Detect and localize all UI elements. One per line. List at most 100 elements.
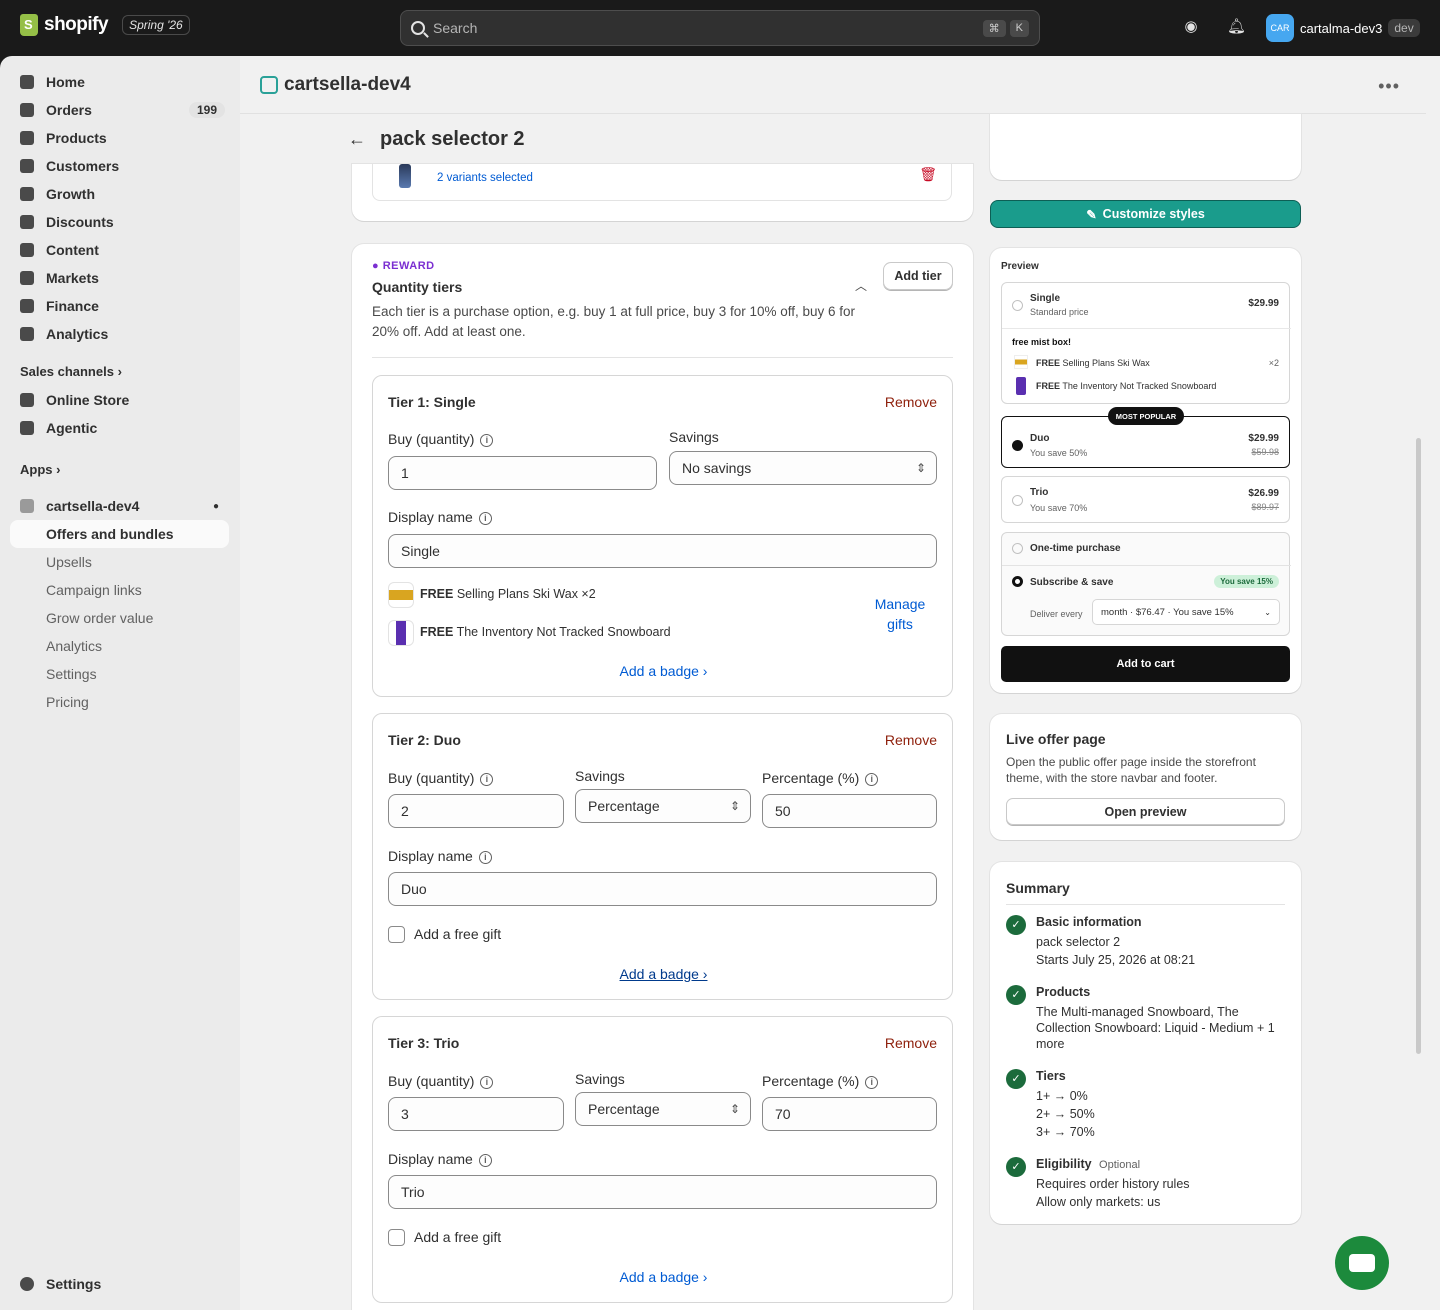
chat-button[interactable] xyxy=(1335,1236,1389,1290)
info-icon[interactable]: i xyxy=(480,773,494,786)
sidebar-item-offers-bundles[interactable]: Offers and bundles xyxy=(10,520,229,548)
gift-name: The Inventory Not Tracked Snowboard xyxy=(1062,381,1217,391)
collapse-chevron-icon[interactable]: ︿ xyxy=(855,277,867,294)
radio-trio[interactable] xyxy=(1012,495,1023,506)
sidebar-item-products[interactable]: Products xyxy=(10,124,229,152)
variants-dropdown[interactable]: 2 variants selected xyxy=(437,172,533,184)
scrollbar[interactable] xyxy=(1416,438,1421,1054)
check-circle-icon: ✓ xyxy=(1006,915,1026,935)
sidebar-item-home[interactable]: Home xyxy=(10,68,229,96)
deliver-every-select[interactable]: month · $76.47 · You save 15% ⌄ xyxy=(1092,599,1280,625)
add-to-cart-button[interactable]: Add to cart xyxy=(1001,646,1290,682)
sidebar-item-pricing[interactable]: Pricing xyxy=(46,694,89,710)
sidebar-item-app-analytics[interactable]: Analytics xyxy=(46,638,102,654)
sales-channels-heading[interactable]: Sales channels › xyxy=(20,364,122,379)
display-name-input[interactable]: Single xyxy=(388,534,937,568)
gear-icon xyxy=(20,1277,34,1291)
preview-option-duo[interactable]: MOST POPULAR Duo You save 50% $29.99 $59… xyxy=(1001,407,1290,468)
back-arrow-icon[interactable]: ← xyxy=(348,129,366,150)
info-icon[interactable]: i xyxy=(480,1076,494,1089)
savings-select[interactable]: Percentage xyxy=(575,1092,751,1126)
info-icon[interactable]: i xyxy=(478,851,492,864)
info-icon[interactable]: i xyxy=(480,434,494,447)
option-price: $29.99 xyxy=(1248,298,1279,309)
add-badge-link[interactable]: Add a badge › xyxy=(373,663,954,679)
page-title-text: pack selector 2 xyxy=(380,128,525,150)
remove-tier-button[interactable]: Remove xyxy=(885,1035,937,1051)
sidebar-item-app[interactable]: cartsella-dev4 ● xyxy=(10,492,229,520)
percentage-input[interactable]: 70 xyxy=(762,1097,937,1131)
buy-qty-label: Buy (quantity) i xyxy=(388,1073,494,1089)
display-name-input[interactable]: Trio xyxy=(388,1175,937,1209)
sidebar-item-upsells[interactable]: Upsells xyxy=(46,554,92,570)
sidebar-item-discounts[interactable]: Discounts xyxy=(10,208,229,236)
sidebar-item-growth[interactable]: Growth xyxy=(10,180,229,208)
settings-card-partial xyxy=(990,114,1301,180)
savings-select[interactable]: Percentage xyxy=(575,789,751,823)
chat-icon xyxy=(1349,1254,1375,1272)
app-title: cartsella-dev4 xyxy=(284,73,411,95)
radio-subscribe[interactable] xyxy=(1012,576,1023,587)
radio-one-time[interactable] xyxy=(1012,543,1023,554)
info-icon[interactable]: i xyxy=(478,512,492,525)
add-badge-link[interactable]: Add a badge › xyxy=(373,966,954,982)
free-gift-checkbox[interactable] xyxy=(388,926,405,943)
shopify-logo[interactable]: shopify Spring '26 xyxy=(20,14,190,36)
search-bar[interactable]: Search ⌘ K xyxy=(400,10,1040,46)
buy-qty-input[interactable]: 3 xyxy=(388,1097,564,1131)
divider xyxy=(1006,904,1285,905)
summary-section-title: Products xyxy=(1036,985,1091,999)
free-gift-checkbox[interactable] xyxy=(388,1229,405,1246)
sidebar-item-content[interactable]: Content xyxy=(10,236,229,264)
radio-duo[interactable] xyxy=(1012,440,1023,451)
savings-label: Savings xyxy=(669,429,719,445)
sidebar-item-settings[interactable]: Settings xyxy=(10,1270,229,1298)
sidebar-item-orders[interactable]: Orders 199 xyxy=(10,96,229,124)
display-name-input[interactable]: Duo xyxy=(388,872,937,906)
trash-icon[interactable]: 🗑︎ xyxy=(919,166,937,183)
sidebar-item-app-settings[interactable]: Settings xyxy=(46,666,97,682)
check-circle-icon: ✓ xyxy=(1006,985,1026,1005)
gift-line-2: FREE The Inventory Not Tracked Snowboard xyxy=(420,625,671,639)
savings-select[interactable]: No savings xyxy=(669,451,937,485)
sidebar-item-grow-order-value[interactable]: Grow order value xyxy=(46,610,153,626)
agentic-icon xyxy=(20,421,34,435)
remove-tier-button[interactable]: Remove xyxy=(885,394,937,410)
info-icon[interactable]: i xyxy=(865,773,879,786)
sidebar-item-agentic[interactable]: Agentic xyxy=(10,414,229,442)
sidebar-label: Growth xyxy=(46,186,95,202)
remove-tier-button[interactable]: Remove xyxy=(885,732,937,748)
orders-icon xyxy=(20,103,34,117)
reward-card: ● REWARD Quantity tiers Each tier is a p… xyxy=(352,244,973,1310)
add-badge-link[interactable]: Add a badge › xyxy=(373,1269,954,1285)
manage-gifts-link[interactable]: Manage gifts xyxy=(863,594,937,634)
radio-single[interactable] xyxy=(1012,300,1023,311)
sidebar-item-online-store[interactable]: Online Store xyxy=(10,386,229,414)
sidebar-item-customers[interactable]: Customers xyxy=(10,152,229,180)
gift-line-1: FREE Selling Plans Ski Wax ×2 xyxy=(420,587,596,601)
gift-item: FREE The Inventory Not Tracked Snowboard xyxy=(1036,381,1216,391)
buy-qty-input[interactable]: 2 xyxy=(388,794,564,828)
preview-option-single[interactable]: Single Standard price $29.99 free mist b… xyxy=(1001,282,1291,404)
info-icon[interactable]: i xyxy=(478,1154,492,1167)
button-label: Customize styles xyxy=(1102,207,1205,221)
sidebar-item-markets[interactable]: Markets xyxy=(10,264,229,292)
buy-qty-input[interactable]: 1 xyxy=(388,456,657,490)
option-name: Single xyxy=(1030,293,1061,304)
bell-icon[interactable]: 🔔︎ xyxy=(1227,18,1246,36)
sidebar-item-analytics[interactable]: Analytics xyxy=(10,320,229,348)
account-menu[interactable]: CAR cartalma-dev3 dev xyxy=(1266,14,1420,42)
add-tier-button[interactable]: Add tier xyxy=(883,262,953,290)
info-icon[interactable]: i xyxy=(865,1076,879,1089)
customize-styles-button[interactable]: ✎ Customize styles xyxy=(990,200,1301,228)
apps-heading[interactable]: Apps › xyxy=(20,462,60,477)
sidebar-item-campaign-links[interactable]: Campaign links xyxy=(46,582,142,598)
preview-option-trio[interactable]: Trio You save 70% $26.99 $89.97 xyxy=(1001,476,1290,523)
open-preview-button[interactable]: Open preview xyxy=(1006,798,1285,825)
sidebar-item-finance[interactable]: Finance xyxy=(10,292,229,320)
more-actions-icon[interactable]: ••• xyxy=(1378,76,1400,97)
sidekick-icon[interactable]: ◉ xyxy=(1182,18,1200,36)
percentage-input[interactable]: 50 xyxy=(762,794,937,828)
label-text: Percentage (%) xyxy=(762,1073,860,1089)
save-badge: You save 15% xyxy=(1214,575,1279,588)
